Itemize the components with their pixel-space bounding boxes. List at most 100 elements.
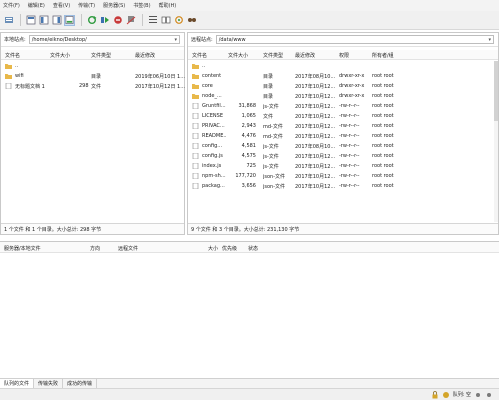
list-item[interactable]: core 目录 2017年10月12... drwxr-xr-x root root — [188, 81, 498, 90]
folder-icon — [192, 73, 199, 79]
list-item[interactable]: packag... 3,656 json-文件 2017年10月12... -rw-r-… — [188, 181, 498, 190]
file-modified: 2019年06月10日 1... — [135, 74, 185, 80]
file-permissions: -rw-r--r-- — [339, 103, 360, 109]
col-filename[interactable]: 文件名 — [192, 52, 207, 59]
remote-column-header: 文件名 文件大小 文件类型 最近修改 权限 所有者/组 — [188, 50, 498, 60]
menu-help[interactable]: 帮助(H) — [159, 2, 177, 9]
file-icon — [192, 173, 199, 179]
file-permissions: drwxr-xr-x — [339, 93, 365, 99]
file-size: 1,065 — [241, 113, 256, 119]
menu-edit[interactable]: 编辑(E) — [28, 2, 45, 9]
sync-browse-icon[interactable] — [173, 15, 184, 26]
refresh-icon[interactable] — [86, 15, 97, 26]
menu-server[interactable]: 服务器(S) — [103, 2, 125, 9]
file-owner: root root — [372, 153, 394, 159]
col-filename[interactable]: 文件名 — [5, 52, 20, 59]
chevron-down-icon[interactable]: ▾ — [488, 37, 491, 43]
file-name: node_... — [202, 93, 222, 99]
file-permissions: -rw-r--r-- — [339, 153, 360, 159]
col-size[interactable]: 大小 — [208, 245, 218, 252]
list-item[interactable]: Gruntfil... 31,868 js-文件 2017年10月12... -rw-r… — [188, 101, 498, 110]
list-item[interactable]: .. — [188, 61, 498, 70]
list-item[interactable]: wifi 目录 2019年06月10日 1... — [1, 71, 185, 80]
file-name: packag... — [202, 183, 225, 189]
list-item[interactable]: LICENSE 1,065 文件 2017年10月12... -rw-r--r-- roo… — [188, 111, 498, 120]
list-item[interactable]: .. — [1, 61, 184, 70]
list-item[interactable]: config.js 4,575 js-文件 2017年10月12... -rw-r--r… — [188, 151, 498, 160]
toggle-message-log-icon[interactable] — [25, 15, 36, 26]
file-permissions: -rw-r--r-- — [339, 173, 360, 179]
chevron-down-icon[interactable]: ▾ — [174, 37, 177, 43]
file-modified: 2017年10月12... — [295, 94, 336, 100]
transfer-queue: 服务器/本地文件 方向 远程文件 大小 优先级 状态 — [0, 241, 499, 378]
file-modified: 2017年10月12... — [295, 84, 336, 90]
tab-failed-transfers[interactable]: 传输失败 — [34, 378, 64, 389]
folder-icon — [5, 63, 12, 69]
local-status: 1 个文件 和 1 个目录。大小总计: 298 字节 — [1, 223, 184, 234]
site-manager-icon[interactable] — [3, 15, 14, 26]
process-queue-icon[interactable] — [99, 15, 110, 26]
list-item[interactable]: content 目录 2017年08月10... drwxr-xr-x root roo… — [188, 71, 498, 80]
file-owner: root root — [372, 103, 394, 109]
col-remote-file[interactable]: 远程文件 — [118, 245, 138, 252]
file-type: 目录 — [263, 84, 274, 90]
col-direction[interactable]: 方向 — [90, 245, 100, 252]
toggle-queue-icon[interactable] — [64, 14, 75, 26]
col-owner[interactable]: 所有者/组 — [372, 52, 394, 59]
file-type: 文件 — [91, 84, 102, 90]
list-item[interactable]: 无标题文档 1 298 文件 2017年10月12日 1... — [1, 81, 185, 90]
file-type: md-文件 — [263, 134, 283, 140]
file-type: json-文件 — [263, 174, 286, 180]
toggle-remote-tree-icon[interactable] — [51, 15, 62, 26]
tab-successful-transfers[interactable]: 成功的传输 — [63, 378, 98, 389]
compare-icon[interactable] — [160, 15, 171, 26]
list-item[interactable]: README... 4,476 md-文件 2017年10月12... -rw-r--r… — [188, 131, 498, 140]
filter-icon[interactable] — [147, 15, 158, 26]
col-permissions[interactable]: 权限 — [339, 52, 349, 59]
menu-bookmarks[interactable]: 书签(B) — [133, 2, 150, 9]
file-owner: root root — [372, 73, 394, 79]
col-modified[interactable]: 最近修改 — [135, 52, 155, 59]
list-item[interactable]: PRIVAC... 2,943 md-文件 2017年10月12... -rw-r--r… — [188, 121, 498, 130]
col-priority[interactable]: 优先级 — [222, 245, 237, 252]
transfer-led-icon — [485, 391, 493, 399]
search-icon[interactable] — [186, 15, 197, 26]
col-filesize[interactable]: 文件大小 — [228, 52, 248, 59]
file-modified: 2017年10月12... — [295, 184, 336, 190]
remote-path-input[interactable]: /data/www ▾ — [215, 35, 494, 44]
col-filetype[interactable]: 文件类型 — [263, 52, 283, 59]
file-name: README... — [202, 133, 226, 139]
queue-tabs: 队列的文件 传输失败 成功的传输 — [0, 378, 499, 389]
lock-icon — [431, 390, 439, 399]
file-owner: root root — [372, 123, 394, 129]
remote-pane: 远程站点: /data/www ▾ 文件名 文件大小 文件类型 最近修改 权限 … — [187, 32, 499, 235]
col-filetype[interactable]: 文件类型 — [91, 52, 111, 59]
menu-view[interactable]: 查看(V) — [53, 2, 70, 9]
file-owner: root root — [372, 93, 394, 99]
file-modified: 2017年10月12... — [295, 104, 336, 110]
file-type: 目录 — [263, 74, 274, 80]
col-server-local-file[interactable]: 服务器/本地文件 — [4, 245, 41, 252]
menu-file[interactable]: 文件(F) — [3, 2, 20, 9]
disconnect-icon[interactable] — [125, 15, 136, 26]
file-icon — [192, 143, 199, 149]
list-item[interactable]: npm-sh... 177,720 json-文件 2017年10月12... -rw-… — [188, 171, 498, 180]
file-icon — [192, 183, 199, 189]
file-size: 298 — [79, 83, 89, 89]
col-modified[interactable]: 最近修改 — [295, 52, 315, 59]
file-type: 目录 — [91, 74, 102, 80]
list-item[interactable]: index.js 725 js-文件 2017年10月12... -rw-r--r-- r… — [188, 161, 498, 170]
local-path-input[interactable]: /home/eikno/Desktop/ ▾ — [28, 35, 180, 44]
list-item[interactable]: config... 4,581 js-文件 2017年08月10... -rw-r--r… — [188, 141, 498, 150]
col-status[interactable]: 状态 — [248, 245, 258, 252]
toggle-local-tree-icon[interactable] — [38, 15, 49, 26]
col-filesize[interactable]: 文件大小 — [50, 52, 70, 59]
file-name: index.js — [202, 163, 222, 169]
file-size: 4,476 — [241, 133, 256, 139]
file-type: js-文件 — [263, 144, 279, 150]
remote-scrollbar-thumb[interactable] — [494, 61, 498, 121]
cancel-icon[interactable] — [112, 15, 123, 26]
tab-queued-files[interactable]: 队列的文件 — [0, 378, 35, 389]
list-item[interactable]: node_... 目录 2017年10月12... drwxr-xr-x root ro… — [188, 91, 498, 100]
menu-transfer[interactable]: 传输(T) — [78, 2, 95, 9]
